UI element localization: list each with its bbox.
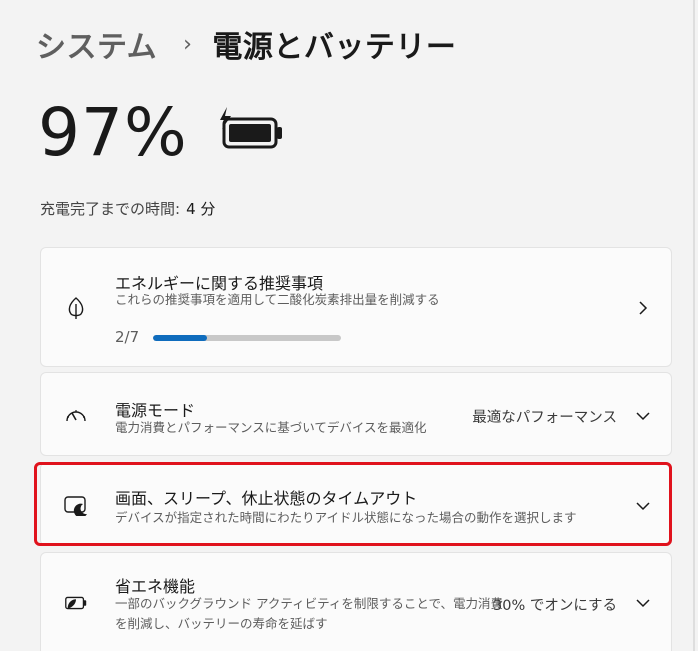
- charge-time: 充電完了までの時間: 4 分: [40, 198, 215, 219]
- energy-recommendations-description: これらの推奨事項を適用して二酸化炭素排出量を削減する: [115, 292, 440, 307]
- power-mode-description: 電力消費とパフォーマンスに基づいてデバイスを最適化: [115, 420, 427, 435]
- chevron-down-icon: [636, 599, 650, 608]
- battery-saver-threshold[interactable]: 30% でオンにする: [493, 594, 617, 615]
- chevron-down-icon: [636, 412, 650, 421]
- chevron-down-icon: [636, 502, 650, 511]
- breadcrumb: システム › 電源とバッテリー: [36, 22, 456, 66]
- screen-sleep-timeout-description: デバイスが指定された時間にわたりアイドル状態になった場合の動作を選択します: [115, 510, 577, 525]
- battery-saver-icon: [63, 590, 89, 616]
- recommendations-progress-bar: [153, 335, 341, 341]
- breadcrumb-system-link[interactable]: システム: [36, 22, 157, 66]
- battery-saver-card[interactable]: 省エネ機能 一部のバックグラウンド アクティビティを制限することで、電力消費を削…: [40, 552, 672, 651]
- power-mode-dropdown[interactable]: 最適なパフォーマンス: [472, 406, 617, 427]
- power-mode-card[interactable]: 電源モード 電力消費とパフォーマンスに基づいてデバイスを最適化 最適なパフォーマ…: [40, 372, 672, 456]
- battery-saver-description: 一部のバックグラウンド アクティビティを制限することで、電力消費を削減し、バッテ…: [115, 596, 503, 631]
- page-title: 電源とバッテリー: [212, 30, 457, 65]
- screen-sleep-icon: [63, 492, 89, 518]
- charge-time-value: 4 分: [186, 200, 216, 218]
- charge-time-label: 充電完了までの時間:: [40, 200, 181, 218]
- recommendations-progress-fill: [153, 335, 207, 341]
- battery-charging-icon: [216, 105, 286, 155]
- screen-sleep-timeout-card[interactable]: 画面、スリープ、休止状態のタイムアウト デバイスが指定された時間にわたりアイドル…: [40, 462, 672, 546]
- battery-percent: 97%: [38, 94, 188, 171]
- breadcrumb-separator: ›: [183, 31, 193, 57]
- progress-count: 2/7: [115, 328, 140, 346]
- chevron-right-icon: [639, 301, 648, 315]
- leaf-icon: [63, 295, 89, 321]
- speedometer-icon: [63, 402, 89, 428]
- battery-status: 97%: [38, 100, 286, 166]
- scrollbar[interactable]: [693, 0, 695, 651]
- screen-sleep-timeout-title: 画面、スリープ、休止状態のタイムアウト: [115, 489, 418, 508]
- energy-recommendations-card[interactable]: エネルギーに関する推奨事項 これらの推奨事項を適用して二酸化炭素排出量を削減する…: [40, 247, 672, 367]
